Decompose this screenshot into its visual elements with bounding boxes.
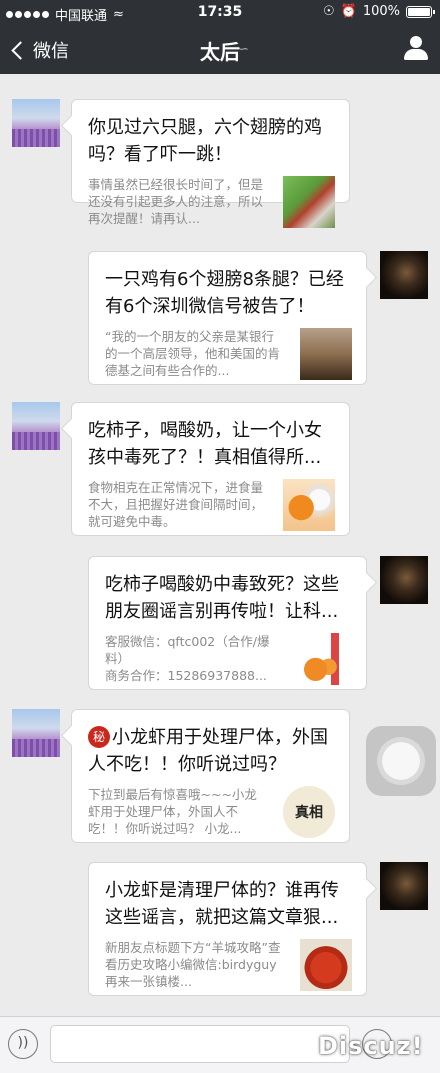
battery-percent: 100%	[362, 4, 400, 19]
link-card[interactable]: 你见过六只腿，六个翅膀的鸡吗？看了吓一跳！ 事情虽然已经很长时间了，但是还没有引…	[71, 99, 350, 228]
user-icon-body	[404, 49, 428, 60]
secret-badge: 秘	[88, 726, 110, 748]
card-description: 客服微信：qftc002（合作/爆料） 商务合作：15286937888...	[105, 634, 270, 683]
chat-title: 太后	[200, 40, 240, 64]
status-bar: 中国联通 ≈ 17:35 ☉ ⏰ 100%	[0, 0, 440, 26]
link-card[interactable]: 小龙虾是清理尸体的？谁再传这些谣言，就把这篇文章狠... 新朋友点标题下方“羊城…	[88, 862, 367, 996]
watermark: Discuz!	[318, 1032, 424, 1060]
contact-avatar[interactable]	[12, 402, 60, 450]
card-description: 食物相克在正常情况下，进食量不大，且把握好进食间隔时间，就可避免中毒。	[88, 480, 264, 529]
alarm-icon: ⏰	[340, 4, 357, 19]
card-title: 你见过六只腿，六个翅膀的鸡吗？看了吓一跳！	[88, 117, 322, 165]
status-right: ☉ ⏰ 100%	[322, 4, 435, 19]
contact-info-button[interactable]	[404, 36, 428, 62]
battery-fill	[408, 7, 430, 16]
assistive-touch-button[interactable]	[366, 726, 436, 796]
card-thumbnail	[300, 633, 352, 685]
my-avatar[interactable]	[380, 556, 428, 604]
thumbnail-text: 真相	[295, 805, 323, 821]
message-input[interactable]	[50, 1025, 350, 1063]
link-card[interactable]: 吃柿子喝酸奶中毒致死？这些朋友圈谣言别再传啦！让科... 客服微信：qftc00…	[88, 556, 367, 690]
link-card[interactable]: 一只鸡有6个翅膀8条腿？已经有6个深圳微信号被告了！ “我的一个朋友的父亲是某银…	[88, 251, 367, 385]
rotation-lock-icon: ☉	[322, 4, 335, 19]
user-icon-head	[410, 36, 422, 48]
card-description: 事情虽然已经很长时间了，但是还没有引起更多人的注意，所以再次提醒！请再认...	[88, 177, 264, 226]
nav-bar: 微信 太后 ∽	[0, 26, 440, 74]
card-description: 下拉到最后有惊喜哦~~~小龙虾用于处理尸体，外国人不吃！！你听说过吗？ 小龙..…	[88, 787, 257, 836]
battery-icon	[406, 5, 435, 18]
card-thumbnail: 真相	[283, 786, 335, 838]
card-title: 吃柿子喝酸奶中毒致死？这些朋友圈谣言别再传啦！让科...	[105, 574, 339, 622]
card-thumbnail	[283, 176, 335, 228]
card-title: 吃柿子，喝酸奶，让一个小女孩中毒死了？！真相值得所...	[88, 420, 322, 468]
card-description: 新朋友点标题下方“羊城攻略”查看历史攻略小编微信:birdyguy再来一张镇楼.…	[105, 940, 281, 989]
card-thumbnail	[283, 479, 335, 531]
link-card[interactable]: 秘小龙虾用于处理尸体，外国人不吃！！你听说过吗？ 下拉到最后有惊喜哦~~~小龙虾…	[71, 709, 350, 843]
link-card[interactable]: 吃柿子，喝酸奶，让一个小女孩中毒死了？！真相值得所... 食物相克在正常情况下，…	[71, 402, 350, 536]
card-title: 小龙虾是清理尸体的？谁再传这些谣言，就把这篇文章狠...	[105, 880, 339, 928]
card-thumbnail	[300, 939, 352, 991]
card-title: 秘小龙虾用于处理尸体，外国人不吃！！你听说过吗？	[88, 724, 335, 778]
my-avatar[interactable]	[380, 251, 428, 299]
my-avatar[interactable]	[380, 862, 428, 910]
card-title: 一只鸡有6个翅膀8条腿？已经有6个深圳微信号被告了！	[105, 269, 344, 317]
contact-avatar[interactable]	[12, 99, 60, 147]
earpiece-mode-icon: ∽	[238, 42, 249, 57]
card-thumbnail	[300, 328, 352, 380]
card-title-text: 小龙虾用于处理尸体，外国人不吃！！你听说过吗？	[88, 727, 328, 775]
card-description: “我的一个朋友的父亲是某银行的一个高层领导，他和美国的肯德基之间有些合作的...	[105, 329, 281, 378]
voice-input-button[interactable]: ))	[8, 1029, 38, 1059]
contact-avatar[interactable]	[12, 709, 60, 757]
